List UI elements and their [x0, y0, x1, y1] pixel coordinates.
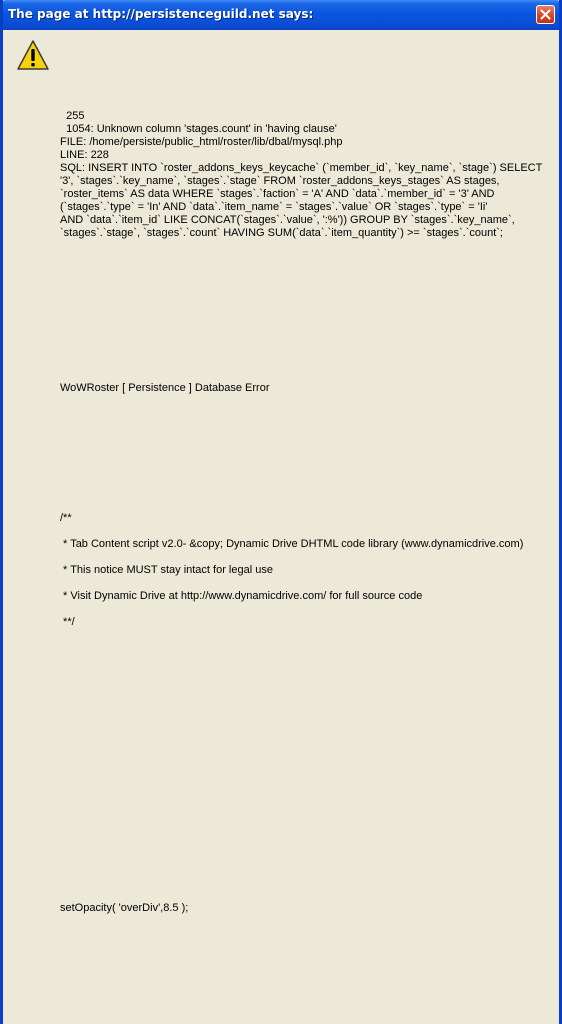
sql-line: AND `data`.`item_id` LIKE CONCAT(`stages…: [60, 214, 515, 226]
sql-line: '3', `stages`.`key_name`, `stages`.`stag…: [60, 175, 500, 187]
script-comment-line: /**: [60, 512, 72, 524]
error-description-line: 1054: Unknown column 'stages.count' in '…: [60, 123, 337, 135]
close-button[interactable]: [536, 5, 555, 24]
sql-line: `roster_items` AS data WHERE `stages`.`f…: [60, 188, 495, 200]
script-comment-line: * This notice MUST stay intact for legal…: [60, 564, 273, 576]
database-error-line: WoWRoster [ Persistence ] Database Error: [60, 382, 270, 394]
dialog-body: 255 1054: Unknown column 'stages.count' …: [3, 30, 559, 1024]
line-number-line: LINE: 228: [60, 149, 109, 161]
alert-dialog: The page at http://persistenceguild.net …: [0, 0, 562, 1024]
sql-line: (`stages`.`type` = 'In' AND `data`.`item…: [60, 201, 488, 213]
sql-line: `stages`.`stage`, `stages`.`count` HAVIN…: [60, 227, 503, 239]
title-bar[interactable]: The page at http://persistenceguild.net …: [3, 0, 559, 30]
script-comment-line: * Visit Dynamic Drive at http://www.dyna…: [60, 590, 423, 602]
warning-icon: [17, 40, 49, 70]
close-icon: [540, 9, 551, 20]
error-code-line: 255: [60, 110, 85, 122]
file-path-line: FILE: /home/persiste/public_html/roster/…: [60, 136, 343, 148]
script-comment-line: * Tab Content script v2.0- &copy; Dynami…: [60, 538, 524, 550]
dialog-title: The page at http://persistenceguild.net …: [8, 7, 314, 21]
set-opacity-line: setOpacity( 'overDiv',8.5 );: [60, 902, 189, 914]
sql-line: SQL: INSERT INTO `roster_addons_keys_key…: [60, 162, 543, 174]
script-comment-line: **/: [60, 616, 75, 628]
